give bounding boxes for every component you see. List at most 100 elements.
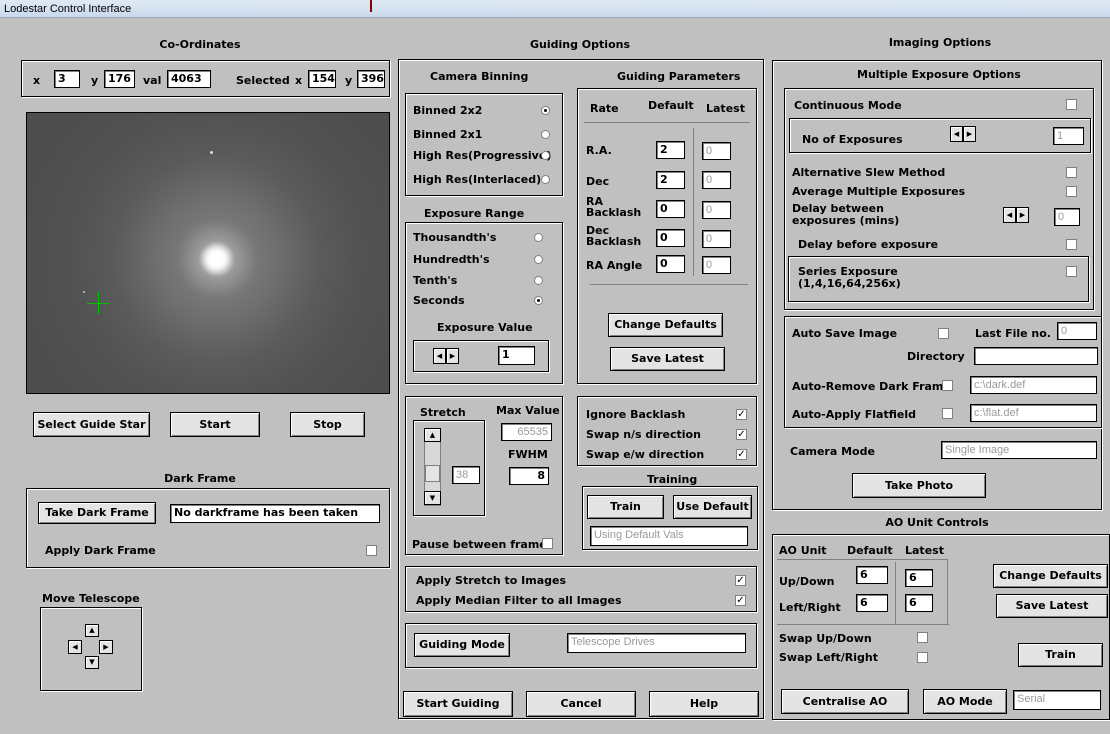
swap-ns-checkbox[interactable]: ✓ (736, 429, 747, 440)
dec-backlash-latest-field[interactable]: 0 (702, 230, 731, 248)
star-image-view[interactable] (26, 112, 390, 394)
save-latest-button[interactable]: Save Latest (610, 347, 725, 371)
max-value-field[interactable]: 65535 (501, 423, 552, 441)
no-of-exposures-field[interactable]: 1 (1053, 127, 1084, 145)
binning-radio-progressive[interactable] (541, 151, 550, 160)
move-down-button[interactable]: ▼ (85, 656, 99, 669)
dark-frame-status: No darkframe has been taken (170, 504, 380, 523)
ra-backlash-default-field[interactable]: 0 (656, 200, 685, 218)
ao-header-divider (777, 559, 947, 560)
dec-backlash-default-field[interactable]: 0 (656, 229, 685, 247)
binning-radio-2x2[interactable] (541, 106, 550, 115)
take-photo-button[interactable]: Take Photo (852, 473, 986, 498)
selected-x-field[interactable]: 154 (308, 70, 336, 88)
auto-save-checkbox[interactable] (938, 328, 949, 339)
selected-y-field[interactable]: 396 (357, 70, 385, 88)
directory-field[interactable] (974, 347, 1098, 365)
exposures-increase-button[interactable]: ▶ (963, 126, 976, 142)
delay-increase-button[interactable]: ▶ (1016, 207, 1029, 223)
exposure-decrease-button[interactable]: ◀ (433, 348, 446, 364)
ao-leftright-latest-field[interactable]: 6 (905, 594, 933, 612)
ra-angle-default-field[interactable]: 0 (656, 255, 685, 273)
rate-column-header: Rate (590, 102, 619, 115)
change-defaults-button[interactable]: Change Defaults (608, 313, 723, 337)
train-button[interactable]: Train (587, 495, 664, 519)
use-default-button[interactable]: Use Default (673, 495, 752, 519)
start-guiding-button[interactable]: Start Guiding (403, 691, 513, 717)
stretch-scroll-down-button[interactable]: ▼ (424, 491, 441, 505)
selection-crosshair-vertical (98, 292, 99, 314)
swap-ew-checkbox[interactable]: ✓ (736, 449, 747, 460)
ra-latest-field[interactable]: 0 (702, 142, 731, 160)
series-exposure-checkbox[interactable] (1066, 266, 1077, 277)
selected-x-label: x (295, 74, 303, 87)
x-label: x (33, 74, 41, 87)
guiding-mode-button[interactable]: Guiding Mode (414, 633, 510, 657)
exposure-radio-hundredths[interactable] (534, 255, 543, 264)
start-button[interactable]: Start (170, 412, 260, 437)
delay-decrease-button[interactable]: ◀ (1003, 207, 1016, 223)
move-left-button[interactable]: ◀ (68, 640, 82, 654)
guiding-mode-field[interactable]: Telescope Drives (567, 633, 746, 653)
exposures-decrease-button[interactable]: ◀ (950, 126, 963, 142)
exposure-radio-tenths[interactable] (534, 276, 543, 285)
stretch-value-field[interactable]: 38 (452, 466, 480, 484)
exposure-radio-seconds[interactable] (534, 296, 543, 305)
dark-file-field[interactable]: c:\dark.def (970, 376, 1097, 394)
move-up-button[interactable]: ▲ (85, 624, 99, 637)
ignore-backlash-checkbox[interactable]: ✓ (736, 409, 747, 420)
pause-between-frames-checkbox[interactable] (542, 538, 553, 549)
swap-updown-checkbox[interactable] (917, 632, 928, 643)
centralise-ao-button[interactable]: Centralise AO (781, 689, 909, 714)
stop-button[interactable]: Stop (290, 412, 365, 437)
val-value-field[interactable]: 4063 (167, 70, 211, 88)
continuous-mode-checkbox[interactable] (1066, 99, 1077, 110)
dec-default-field[interactable]: 2 (656, 171, 685, 189)
swap-ew-label: Swap e/w direction (586, 448, 705, 461)
delay-before-checkbox[interactable] (1066, 239, 1077, 250)
ra-angle-latest-field[interactable]: 0 (702, 256, 731, 274)
move-right-button[interactable]: ▶ (99, 640, 113, 654)
binning-radio-2x1[interactable] (541, 130, 550, 139)
exposure-value-field[interactable]: 1 (498, 346, 535, 365)
select-guide-star-button[interactable]: Select Guide Star (33, 412, 150, 437)
swap-leftright-checkbox[interactable] (917, 652, 928, 663)
x-value-field[interactable]: 3 (54, 70, 80, 88)
delay-between-field[interactable]: 0 (1054, 208, 1080, 226)
ra-backlash-latest-field[interactable]: 0 (702, 201, 731, 219)
fwhm-field[interactable]: 8 (509, 467, 549, 485)
alternative-slew-checkbox[interactable] (1066, 167, 1077, 178)
ao-save-latest-button[interactable]: Save Latest (996, 594, 1108, 618)
apply-median-checkbox[interactable]: ✓ (735, 595, 746, 606)
dec-backlash-label: Dec Backlash (586, 224, 642, 248)
stretch-scroll-thumb[interactable] (425, 465, 440, 482)
apply-stretch-checkbox[interactable]: ✓ (735, 575, 746, 586)
ra-default-field[interactable]: 2 (656, 141, 685, 159)
auto-remove-dark-checkbox[interactable] (942, 380, 953, 391)
binning-radio-interlaced[interactable] (541, 175, 550, 184)
ao-updown-latest-field[interactable]: 6 (905, 569, 933, 587)
take-dark-frame-button[interactable]: Take Dark Frame (38, 502, 156, 524)
guiding-parameters-title: Guiding Parameters (617, 70, 741, 83)
ao-updown-default-field[interactable]: 6 (856, 566, 888, 584)
apply-dark-frame-checkbox[interactable] (366, 545, 377, 556)
ao-train-button[interactable]: Train (1018, 643, 1103, 667)
cancel-button[interactable]: Cancel (526, 691, 636, 717)
auto-apply-flat-checkbox[interactable] (942, 408, 953, 419)
exposure-increase-button[interactable]: ▶ (446, 348, 459, 364)
flat-file-field[interactable]: c:\flat.def (970, 404, 1097, 422)
ao-mode-field[interactable]: Serial (1013, 690, 1101, 710)
field-star (83, 291, 85, 293)
ao-leftright-default-field[interactable]: 6 (856, 594, 888, 612)
y-value-field[interactable]: 176 (104, 70, 135, 88)
exposure-radio-thousandths[interactable] (534, 233, 543, 242)
last-file-field[interactable]: 0 (1057, 322, 1097, 340)
average-multiple-checkbox[interactable] (1066, 186, 1077, 197)
stretch-scroll-up-button[interactable]: ▲ (424, 428, 441, 442)
ao-change-defaults-button[interactable]: Change Defaults (993, 564, 1108, 588)
dec-latest-field[interactable]: 0 (702, 171, 731, 189)
ao-mode-button[interactable]: AO Mode (923, 689, 1007, 714)
camera-mode-field[interactable]: Single Image (941, 441, 1097, 459)
training-status-field: Using Default Vals (590, 526, 748, 546)
help-button[interactable]: Help (649, 691, 759, 717)
